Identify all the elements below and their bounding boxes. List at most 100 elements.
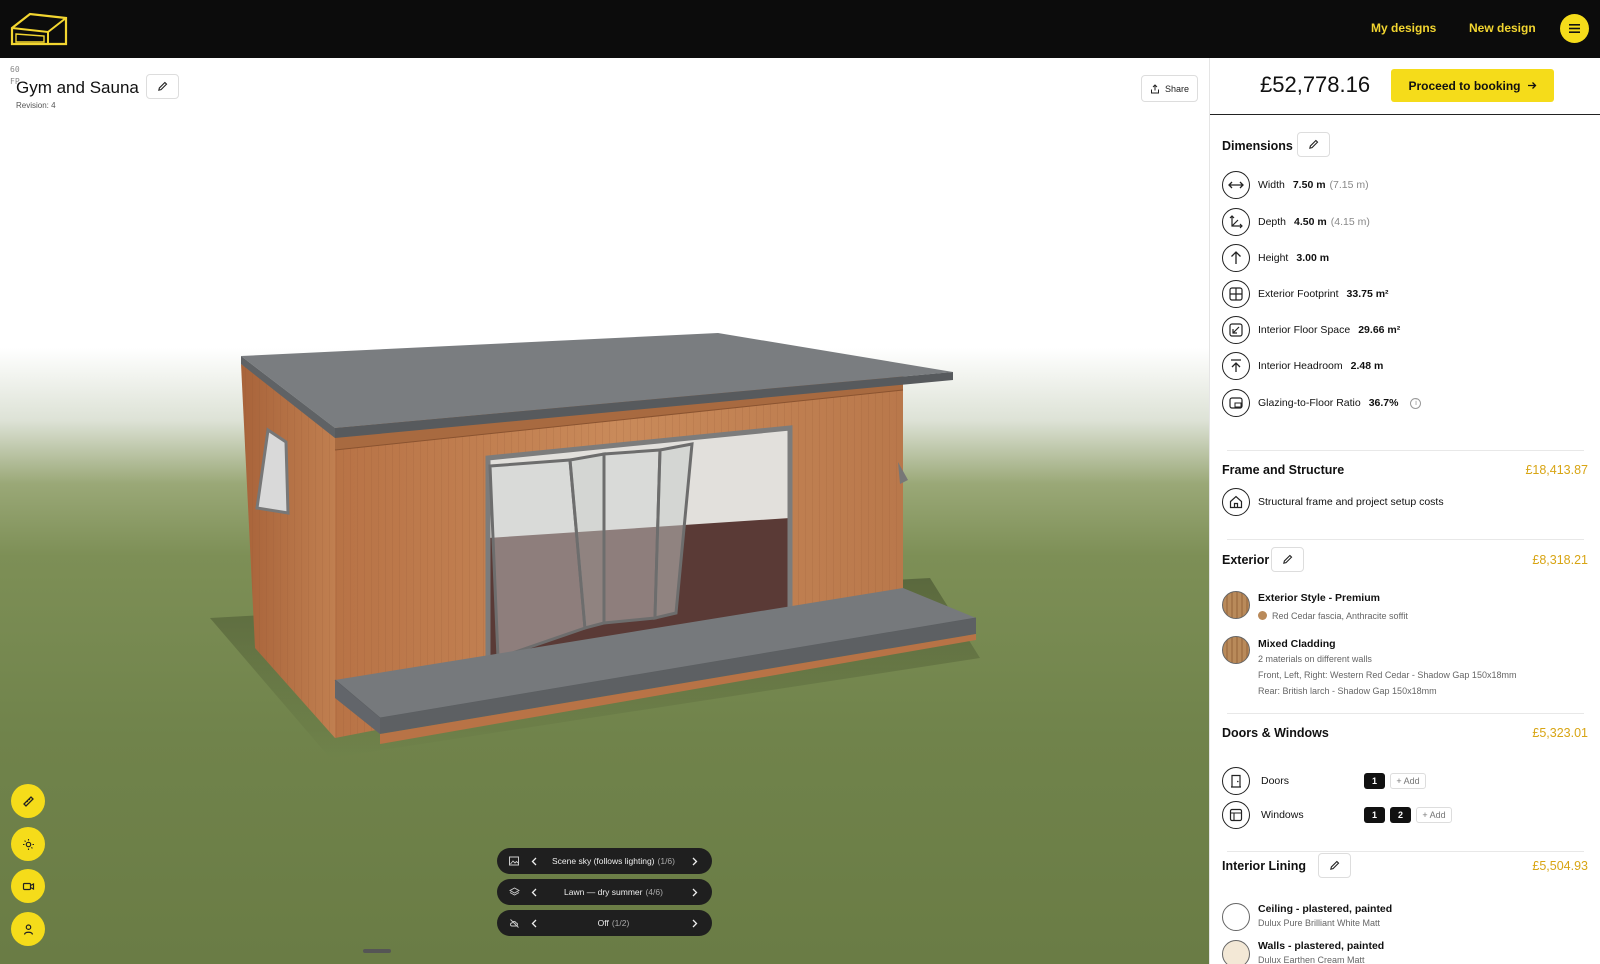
window-item-1[interactable]: 1 [1364,807,1385,823]
weather-next-button[interactable] [686,910,704,936]
proceed-to-booking-button[interactable]: Proceed to booking [1391,69,1554,102]
dimension-row-footprint: Exterior Footprint 33.75 m² [1222,280,1389,308]
window-item-2[interactable]: 2 [1390,807,1411,823]
image-icon [507,854,521,868]
revision-label: Revision: 4 [16,101,56,110]
pencil-icon [1283,554,1293,564]
design-title: Gym and Sauna [16,78,139,97]
scene-sky-prev-button[interactable] [525,848,543,874]
sun-icon [22,838,34,850]
add-door-button[interactable]: + Add [1390,773,1426,789]
chevron-right-icon [692,857,698,865]
frame-structure-price: £18,413.87 [1525,463,1588,477]
dimension-value: 36.7% [1368,397,1399,409]
ground-label: Lawn — dry summer [564,887,643,897]
dimension-value: 3.00 m [1296,252,1330,264]
ground-next-button[interactable] [686,879,704,905]
weather-count: (1/2) [611,918,630,928]
frame-structure-title: Frame and Structure [1222,463,1345,477]
info-icon[interactable]: i [1410,397,1422,409]
add-window-button[interactable]: + Add [1416,807,1452,823]
window-icon [1222,389,1250,417]
scene-sky-count: (1/6) [657,856,675,866]
cladding-swatch [1222,636,1250,664]
dimension-label: Interior Floor Space [1258,324,1351,336]
divider [1227,450,1584,451]
exterior-style-title: Exterior Style - Premium [1258,592,1380,604]
drawer-handle[interactable] [363,949,391,953]
doors-windows-price: £5,323.01 [1532,726,1588,740]
frame-structure-label: Structural frame and project setup costs [1258,496,1444,508]
share-icon [1150,83,1159,93]
ceiling-title: Ceiling - plastered, painted [1258,903,1393,915]
pencil-icon [158,81,168,91]
arrow-right-icon [1527,82,1536,89]
ruler-icon [22,795,34,807]
total-price: £52,778.16 [1260,72,1371,97]
hamburger-icon [1569,24,1580,33]
dimension-value: 2.48 m [1350,360,1384,372]
configuration-sidebar[interactable]: £52,778.16 Proceed to booking Dimensions… [1209,58,1600,964]
depth-axes-icon [1222,208,1250,236]
resize-diagonal-icon [1222,316,1250,344]
walls-swatch [1222,940,1250,964]
scene-sky-label: Scene sky (follows lighting) [552,856,655,866]
chevron-right-icon [692,919,698,927]
chevron-left-icon [531,919,537,927]
walls-sub: Dulux Earthen Cream Matt [1258,955,1365,964]
color-dot [1258,611,1267,620]
ceiling-swatch [1222,903,1250,931]
dimension-label: Depth [1258,216,1287,228]
interior-lining-price: £5,504.93 [1532,859,1588,873]
edit-title-button[interactable] [146,74,179,99]
interior-lining-title: Interior Lining [1222,859,1307,873]
cladding-line-front: Front, Left, Right: Western Red Cedar - … [1258,670,1517,680]
chevron-left-icon [531,888,537,896]
share-button[interactable]: Share [1141,75,1198,102]
edit-interior-button[interactable] [1318,853,1351,878]
lighting-tool-button[interactable] [11,827,45,861]
measure-tool-button[interactable] [11,784,45,818]
exterior-style-sub: Red Cedar fascia, Anthracite soffit [1258,611,1408,621]
windows-label: Windows [1261,809,1304,821]
weather-prev-button[interactable] [525,910,543,936]
exterior-price: £8,318.21 [1532,553,1588,567]
pencil-icon [1309,139,1319,149]
building-3d-render[interactable] [0,58,1209,964]
cladding-line-rear: Rear: British larch - Shadow Gap 150x18m… [1258,686,1437,696]
scene-sky-control: Scene sky (follows lighting) (1/6) [497,848,712,874]
ground-control: Lawn — dry summer (4/6) [497,879,712,905]
weather-off-icon [507,916,521,930]
door-item-1[interactable]: 1 [1364,773,1385,789]
weather-label: Off [597,918,609,928]
dimension-value: 29.66 m² [1358,324,1401,336]
divider [1227,713,1584,714]
nav-my-designs[interactable]: My designs [1371,21,1436,35]
camera-tool-button[interactable] [11,869,45,903]
3d-viewport[interactable]: 60 FP Gym and Sauna Revision: 4 Share Sc… [0,58,1209,964]
window-frame-icon [1222,801,1250,829]
price-header: £52,778.16 Proceed to booking [1210,58,1600,115]
scene-sky-next-button[interactable] [686,848,704,874]
person-tool-button[interactable] [11,912,45,946]
dimension-row-depth: Depth 4.50 m (4.15 m) [1222,208,1370,236]
divider [1227,851,1584,852]
nav-new-design[interactable]: New design [1469,21,1536,35]
arrow-to-top-icon [1222,352,1250,380]
ground-prev-button[interactable] [525,879,543,905]
cladding-sub: 2 materials on different walls [1258,654,1372,664]
door-icon [1222,767,1250,795]
dimension-sub: (4.15 m) [1330,216,1370,228]
share-label: Share [1164,83,1190,94]
dimension-label: Width [1258,179,1285,191]
frame-structure-item: Structural frame and project setup costs [1222,488,1444,516]
chevron-right-icon [692,888,698,896]
edit-dimensions-button[interactable] [1297,132,1330,157]
exterior-title: Exterior [1222,553,1270,567]
dimension-row-height: Height 3.00 m [1222,244,1329,272]
logo-icon[interactable] [8,8,70,50]
weather-control: Off (1/2) [497,910,712,936]
edit-exterior-button[interactable] [1271,547,1304,572]
dimension-label: Glazing-to-Floor Ratio [1258,397,1361,409]
menu-button[interactable] [1560,14,1589,43]
